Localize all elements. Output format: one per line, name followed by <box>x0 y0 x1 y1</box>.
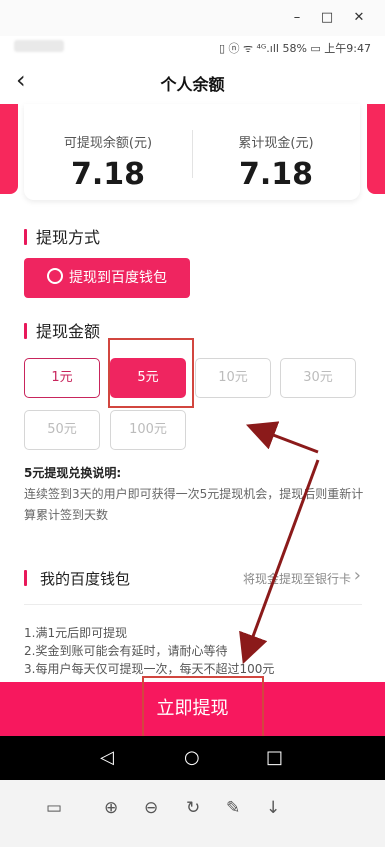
annotation-arrows <box>239 421 320 665</box>
screenshot-frame: – □ ✕ ▯ ⓝ ᯤ ⁴ᴳ.ıll 58% ▭ 上午9:47 ‹ 个人余额 可… <box>0 0 385 847</box>
arrow-to-withdraw <box>239 459 320 665</box>
arrow-to-amount <box>245 421 319 454</box>
